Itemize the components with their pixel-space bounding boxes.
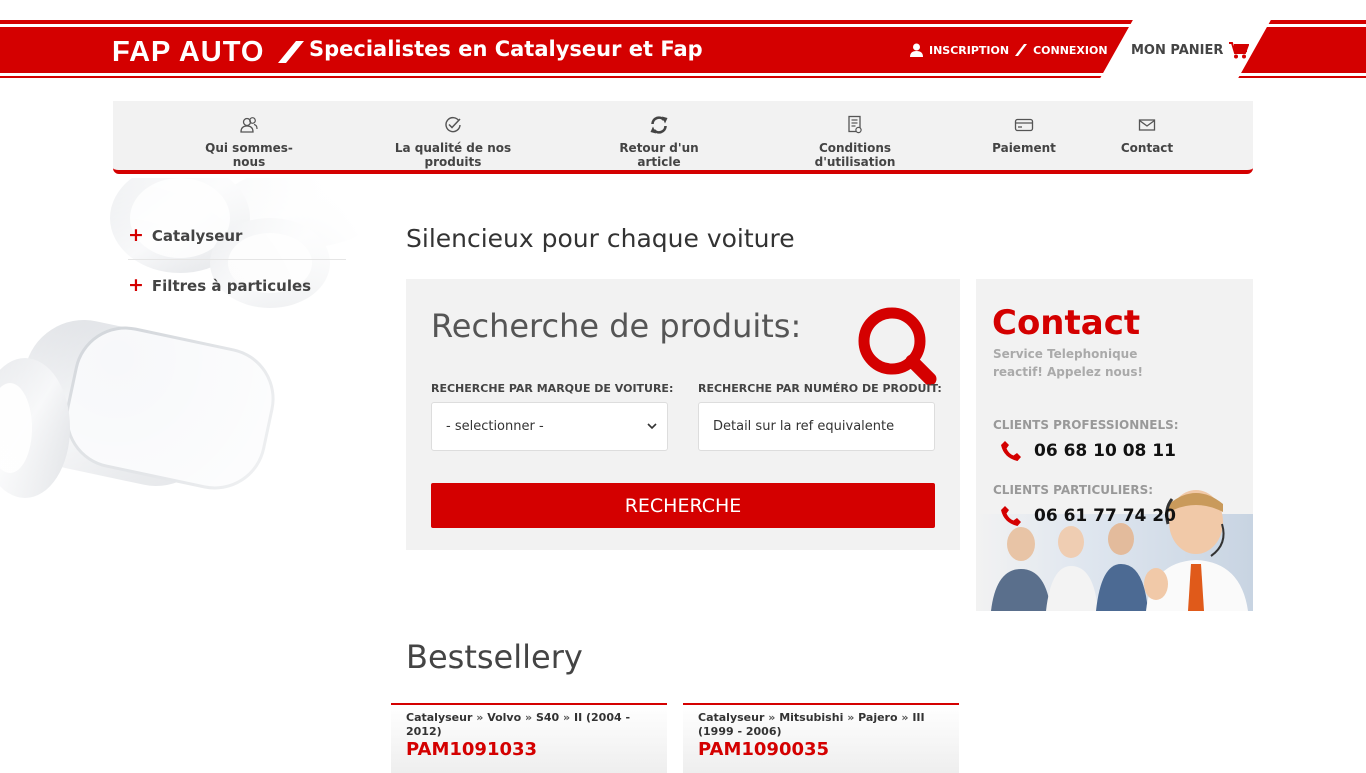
users-icon [240, 117, 258, 133]
breadcrumb-item[interactable]: Catalyseur [406, 711, 472, 724]
nav-item-label: Contact [1120, 141, 1174, 155]
sidebar-item-label: Catalyseur [151, 226, 243, 245]
private-phone-number: 06 61 77 74 20 [1034, 506, 1176, 526]
product-number-placeholder: Detail sur la ref equivalente [713, 419, 895, 434]
product-breadcrumb: Catalyseur » Mitsubishi » Pajero » III (… [698, 711, 948, 739]
contact-subtitle: Service Telephonique reactif! Appelez no… [993, 347, 1143, 379]
product-number-label: RECHERCHE PAR NUMÉRO DE PRODUIT: [698, 382, 942, 395]
account-links: INSCRIPTION CONNEXION [910, 43, 1108, 57]
cart-label: MON PANIER [1131, 43, 1224, 58]
phone-icon [1001, 441, 1021, 461]
nav-item-label: Conditions d'utilisation [814, 141, 896, 169]
sidebar-item-catalyseur[interactable]: + Catalyseur [128, 222, 346, 260]
double-chevron-icon: » [847, 711, 855, 724]
nav-item-about[interactable]: Qui sommes-nous [193, 115, 305, 169]
breadcrumb-item[interactable]: Volvo [487, 711, 521, 724]
car-brand-select[interactable]: - selectionner - [431, 402, 668, 451]
double-chevron-icon: » [476, 711, 484, 724]
bestsellers-title: Bestsellery [406, 638, 583, 676]
sidebar-item-label: Filtres à particules [151, 276, 312, 295]
category-menu: + Catalyseur + Filtres à particules [128, 222, 346, 321]
credit-card-icon [1014, 118, 1034, 132]
product-search-panel: Recherche de produits: RECHERCHE PAR MAR… [406, 279, 960, 550]
envelope-icon [1138, 119, 1156, 131]
double-chevron-icon: » [768, 711, 776, 724]
plus-icon: + [128, 274, 144, 296]
contact-title: Contact [992, 303, 1141, 343]
pro-phone-number: 06 68 10 08 11 [1034, 441, 1176, 461]
search-button[interactable]: RECHERCHE [431, 483, 935, 528]
private-clients-label: CLIENTS PARTICULIERS: [993, 483, 1154, 497]
breadcrumb-item[interactable]: Mitsubishi [779, 711, 843, 724]
nav-item-label: Paiement [992, 141, 1056, 155]
nav-item-return[interactable]: Retour d'un article [601, 115, 717, 169]
breadcrumb-item[interactable]: Catalyseur [698, 711, 764, 724]
main-nav: Qui sommes-nous La qualité de nos produi… [113, 101, 1253, 174]
product-breadcrumb: Catalyseur » Volvo » S40 » II (2004 - 20… [406, 711, 656, 739]
plus-icon: + [128, 224, 144, 246]
refresh-icon [650, 116, 668, 134]
product-reference[interactable]: PAM1090035 [698, 739, 829, 760]
slash-icon [278, 41, 304, 63]
phone-icon [1001, 506, 1021, 526]
nav-item-payment[interactable]: Paiement [989, 115, 1059, 155]
brand-search-label: RECHERCHE PAR MARQUE DE VOITURE: [431, 382, 674, 395]
breadcrumb-item[interactable]: S40 [536, 711, 559, 724]
nav-item-quality[interactable]: La qualité de nos produits [371, 115, 535, 169]
site-tagline: Specialistes en Catalyseur et Fap [309, 37, 703, 61]
shopping-cart-icon [1229, 42, 1250, 59]
double-chevron-icon: » [525, 711, 533, 724]
product-reference[interactable]: PAM1091033 [406, 739, 537, 760]
search-icon [858, 307, 937, 386]
page-title: Silencieux pour chaque voiture [406, 224, 795, 253]
car-brand-select-value: - selectionner - [446, 419, 544, 434]
inscription-link[interactable]: INSCRIPTION [929, 44, 1009, 57]
product-number-input[interactable]: Detail sur la ref equivalente [698, 402, 935, 451]
product-card[interactable]: Catalyseur » Mitsubishi » Pajero » III (… [683, 703, 959, 773]
nav-item-label: Retour d'un article [619, 141, 699, 169]
contact-card: Contact Service Telephonique reactif! Ap… [976, 279, 1253, 611]
search-title: Recherche de produits: [431, 307, 802, 345]
nav-item-label: Qui sommes-nous [205, 141, 293, 169]
breadcrumb-item[interactable]: Pajero [858, 711, 897, 724]
double-chevron-icon: » [563, 711, 571, 724]
connexion-link[interactable]: CONNEXION [1033, 44, 1107, 57]
nav-item-terms[interactable]: Conditions d'utilisation [783, 115, 927, 169]
cart-button[interactable]: MON PANIER [1131, 42, 1250, 59]
product-card[interactable]: Catalyseur » Volvo » S40 » II (2004 - 20… [391, 703, 667, 773]
document-icon [848, 115, 862, 134]
private-phone-link[interactable]: 06 61 77 74 20 [1000, 505, 1176, 527]
slash-separator-icon [1015, 44, 1028, 56]
chevron-down-icon [647, 423, 657, 430]
sidebar-item-filtres[interactable]: + Filtres à particules [128, 272, 346, 309]
check-circle-icon [445, 116, 461, 133]
user-icon [910, 43, 923, 57]
pro-phone-link[interactable]: 06 68 10 08 11 [1000, 440, 1176, 462]
call-center-photo [976, 490, 1253, 611]
double-chevron-icon: » [901, 711, 909, 724]
site-logo[interactable]: FAP AUTO [112, 36, 265, 69]
pro-clients-label: CLIENTS PROFESSIONNELS: [993, 418, 1179, 432]
nav-item-label: La qualité de nos produits [394, 141, 512, 169]
nav-item-contact[interactable]: Contact [1115, 115, 1179, 155]
